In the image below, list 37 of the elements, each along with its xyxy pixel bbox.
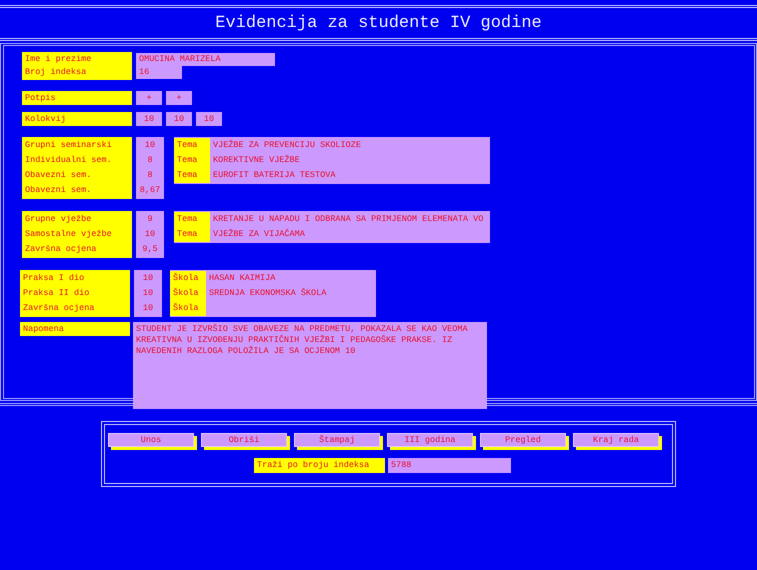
input-field[interactable]: 10 bbox=[196, 112, 222, 126]
input-field[interactable]: 9 bbox=[136, 212, 164, 227]
search-field[interactable]: 5788 bbox=[388, 458, 511, 473]
input-field[interactable]: 10 bbox=[136, 227, 164, 242]
action-button[interactable]: Obriši bbox=[201, 433, 287, 447]
input-field[interactable]: 10 bbox=[134, 286, 162, 301]
field-label: Napomena bbox=[20, 322, 130, 336]
input-field[interactable]: KOREKTIVNE VJEŽBE bbox=[210, 153, 361, 168]
input-field[interactable]: + bbox=[166, 91, 192, 105]
text-area[interactable]: STUDENT JE IZVRŠIO SVE OBAVEZE NA PREDMETU, POKAZALA SE KAO VEOMA KREATIVNA U IZVOĐENJU PRAKTIČNIH VJEŽBI I PEDAGOŠKE PRAKSE. IZ NAVEDENIH RAZLOGA POLOŽILA JE SA OCJENOM 10 bbox=[133, 322, 487, 409]
input-field[interactable]: 8 bbox=[136, 168, 164, 183]
input-field[interactable]: + bbox=[136, 91, 162, 105]
action-button[interactable]: Pregled bbox=[480, 433, 566, 447]
action-button[interactable]: Unos bbox=[108, 433, 194, 447]
input-field[interactable]: OMUCINA MARIZELA bbox=[136, 53, 275, 66]
field-label: Potpis bbox=[22, 91, 132, 105]
input-field[interactable]: 9,5 bbox=[136, 242, 164, 257]
input-field[interactable]: 10 bbox=[166, 112, 192, 126]
search-label: Traži po broju indeksa bbox=[254, 458, 385, 473]
field-label: Kolokvij bbox=[22, 112, 132, 126]
input-field[interactable]: VJEŽBE ZA VIJAČAMA bbox=[210, 227, 484, 242]
input-field[interactable]: 16 bbox=[136, 66, 182, 79]
action-button[interactable]: Kraj rada bbox=[573, 433, 659, 447]
input-field[interactable]: 10 bbox=[136, 138, 164, 153]
input-field[interactable]: KRETANJE U NAPADU I ODBRANA SA PRIMJENOM ELEMENATA VO bbox=[210, 212, 484, 227]
input-field[interactable]: 10 bbox=[134, 301, 162, 316]
input-field[interactable]: 10 bbox=[134, 271, 162, 286]
input-field[interactable]: VJEŽBE ZA PREVENCIJU SKOLIOZE bbox=[210, 138, 361, 153]
input-field[interactable]: SREDNJA EKONOMSKA ŠKOLA bbox=[206, 286, 326, 301]
input-field[interactable]: 8 bbox=[136, 153, 164, 168]
action-button[interactable]: III godina bbox=[387, 433, 473, 447]
input-field[interactable]: HASAN KAIMIJA bbox=[206, 271, 326, 286]
action-button[interactable]: Štampaj bbox=[294, 433, 380, 447]
input-field[interactable]: 10 bbox=[136, 112, 162, 126]
window-title: Evidencija za studente IV godine bbox=[215, 14, 542, 32]
input-field[interactable]: 8,67 bbox=[136, 183, 164, 198]
input-field[interactable]: EUROFIT BATERIJA TESTOVA bbox=[210, 168, 361, 183]
